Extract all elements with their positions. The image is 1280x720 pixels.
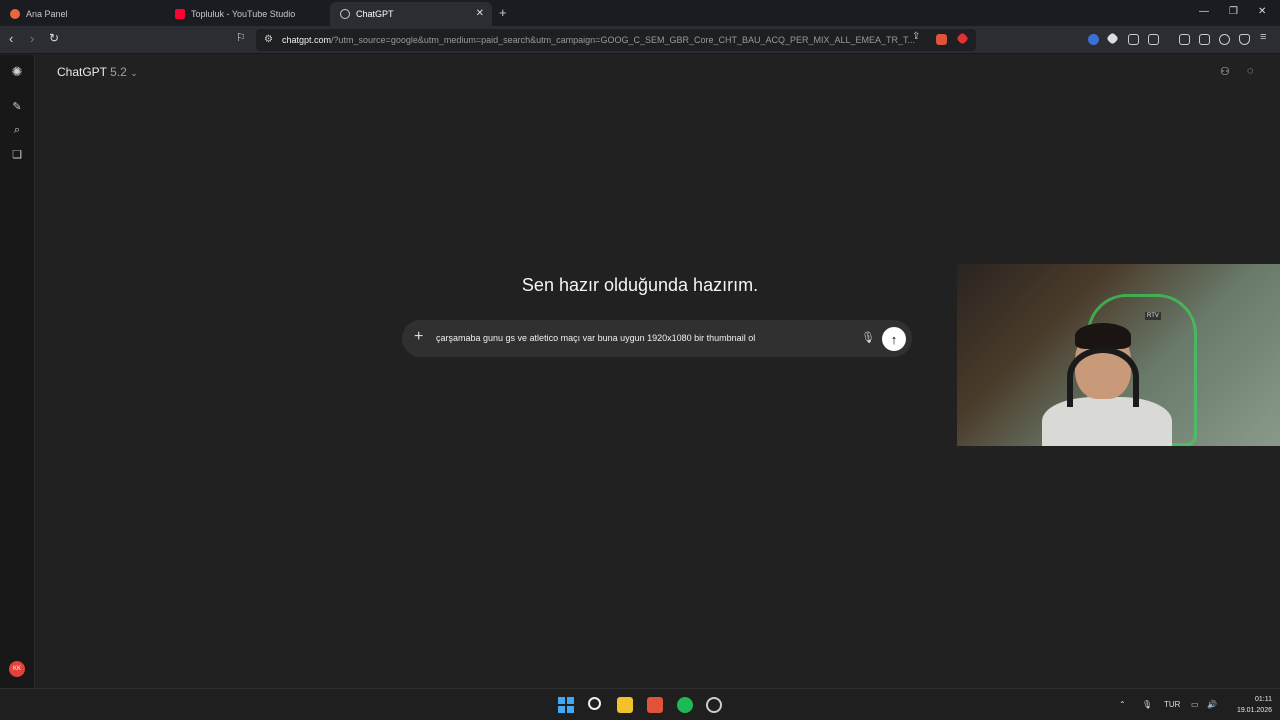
url-host: chatgpt.com [282, 35, 332, 45]
windows-start-icon[interactable] [558, 697, 574, 713]
wallet-icon[interactable] [1148, 34, 1159, 45]
temporary-chat-icon[interactable]: ◌ [1247, 65, 1254, 77]
forward-icon[interactable]: › [30, 31, 34, 46]
search-icon[interactable]: ⌕ [10, 123, 24, 137]
browser-tab-bar: Ana Panel Topluluk - YouTube Studio Chat… [0, 0, 1280, 26]
openai-logo-icon[interactable]: ✺ [10, 64, 24, 79]
tab-ana-panel[interactable]: Ana Panel [0, 2, 165, 26]
ana-panel-favicon-icon [10, 9, 20, 19]
restore-icon[interactable]: ❐ [1229, 6, 1238, 17]
url-path: /?utm_source=google&utm_medium=paid_sear… [331, 35, 916, 45]
streamer [1042, 319, 1172, 446]
spotify-icon[interactable] [677, 697, 693, 713]
clock-time: 01:11 [1255, 696, 1272, 703]
chatgpt-sidebar: ✺ ✎ ⌕ ❏ KK [0, 55, 35, 688]
taskbar-clock[interactable]: 01:11 19.01.2026 [1222, 694, 1272, 716]
vpn-shield-icon[interactable] [1239, 34, 1250, 45]
address-bar[interactable]: ⚙ chatgpt.com /?utm_source=google&utm_me… [256, 29, 976, 51]
share-icon[interactable]: ⇪ [912, 31, 920, 42]
reload-icon[interactable]: ↻ [49, 31, 59, 45]
tab-chatgpt[interactable]: ChatGPT ✕ [330, 2, 492, 26]
microphone-icon[interactable]: 🎙 [861, 331, 875, 344]
avatar[interactable]: KK [9, 661, 25, 677]
sidebar-toggle-icon[interactable] [1179, 34, 1190, 45]
new-tab-button[interactable]: + [499, 5, 507, 20]
share-person-icon[interactable]: ⚇ [1220, 65, 1230, 78]
taskbar-search-icon[interactable] [588, 697, 601, 710]
brave-shield-icon[interactable] [936, 34, 947, 45]
bookmark-icon[interactable]: ⚐ [236, 31, 246, 44]
tray-microphone-icon[interactable]: 🎙 [1142, 700, 1152, 709]
extensions-puzzle-icon[interactable] [1128, 34, 1139, 45]
chevron-down-icon: ⌄ [130, 68, 138, 78]
volume-icon[interactable]: 🔊 [1207, 700, 1217, 709]
minimize-icon[interactable]: — [1199, 6, 1209, 17]
extension-vpn-icon[interactable] [1088, 34, 1099, 45]
new-chat-icon[interactable]: ✎ [10, 99, 24, 113]
prompt-input[interactable]: çarşamaba gunu gs ve atletico maçı var b… [436, 333, 755, 343]
model-name: ChatGPT [57, 65, 107, 79]
close-window-icon[interactable]: ✕ [1258, 6, 1266, 17]
youtube-favicon-icon [175, 9, 185, 19]
library-icon[interactable]: ❏ [10, 147, 24, 161]
tab-label: ChatGPT [356, 9, 394, 19]
tab-label: Ana Panel [26, 9, 68, 19]
menu-icon[interactable]: ≡ [1260, 31, 1266, 43]
brave-browser-icon[interactable] [647, 697, 663, 713]
site-settings-icon[interactable]: ⚙ [264, 34, 273, 45]
clock-date: 19.01.2026 [1236, 707, 1272, 714]
model-version: 5.2 [110, 65, 127, 79]
browser-toolbar: ‹ › ↻ ⚐ ⚙ chatgpt.com /?utm_source=googl… [0, 26, 1280, 54]
tab-label: Topluluk - YouTube Studio [191, 9, 296, 19]
file-explorer-icon[interactable] [617, 697, 633, 713]
prompt-composer[interactable]: + çarşamaba gunu gs ve atletico maçı var… [402, 320, 912, 357]
network-icon[interactable]: ▭ [1191, 700, 1199, 709]
chatgpt-app-icon[interactable] [706, 697, 722, 713]
add-attachment-icon[interactable]: + [414, 328, 423, 346]
back-icon[interactable]: ‹ [9, 31, 13, 46]
windows-taskbar: ⌃ 🎙 TUR ▭ 🔊 01:11 19.01.2026 [0, 688, 1280, 720]
tray-chevron-icon[interactable]: ⌃ [1119, 700, 1126, 709]
webcam-overlay: RTV [957, 264, 1280, 446]
tab-youtube-studio[interactable]: Topluluk - YouTube Studio [165, 2, 330, 26]
model-selector[interactable]: ChatGPT 5.2 ⌄ [57, 65, 138, 79]
close-tab-icon[interactable]: ✕ [476, 8, 484, 19]
wallet-alt-icon[interactable] [1199, 34, 1210, 45]
leo-ai-icon[interactable] [1219, 34, 1230, 45]
chatgpt-favicon-icon [340, 9, 350, 19]
extension-diamond-icon[interactable] [1106, 32, 1119, 45]
language-indicator[interactable]: TUR [1164, 700, 1180, 709]
send-button[interactable]: ↑ [882, 327, 906, 351]
